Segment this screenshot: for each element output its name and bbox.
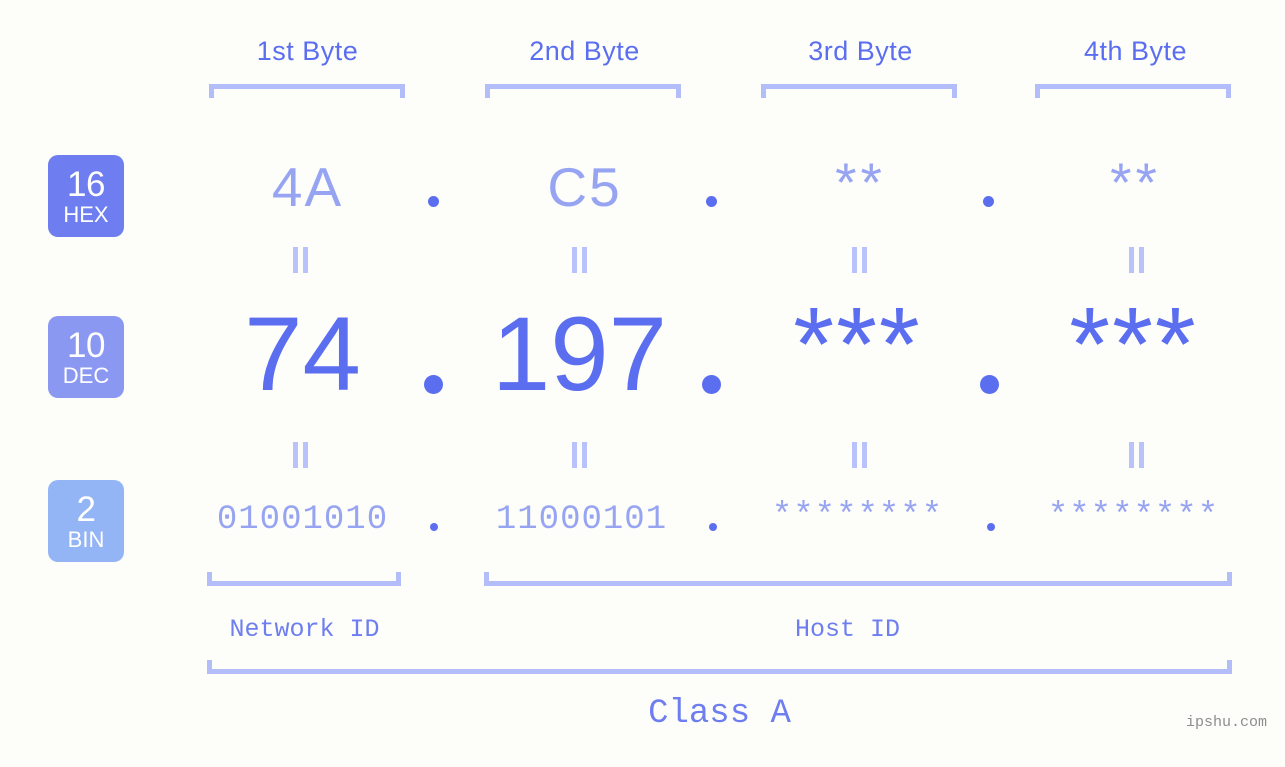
- host-id-bracket: [484, 572, 1232, 586]
- ip-byte-breakdown-diagram: 1st Byte 2nd Byte 3rd Byte 4th Byte 16 H…: [0, 0, 1285, 767]
- base-badge-bin-number: 2: [76, 489, 96, 529]
- dec-separator-dot-1: [424, 375, 443, 394]
- dec-byte-3-value: ***: [793, 286, 922, 403]
- hex-byte-1-value: 4A: [271, 156, 344, 218]
- bin-separator-dot-1: [430, 523, 438, 531]
- hex-separator-dot-3: [983, 196, 994, 207]
- bin-separator-dot-2: [709, 523, 717, 531]
- byte-header-3: 3rd Byte: [808, 36, 913, 66]
- equals-icon-hex-dec-4: [1128, 247, 1145, 273]
- bin-separator-dot-3: [987, 523, 995, 531]
- base-badge-dec-label: DEC: [62, 362, 110, 388]
- hex-byte-3-value: **: [835, 151, 886, 213]
- dec-byte-1-value: 74: [244, 296, 361, 413]
- network-id-bracket: [207, 572, 401, 586]
- base-badge-dec-number: 10: [67, 325, 105, 365]
- equals-icon-dec-bin-1: [292, 442, 309, 468]
- bin-byte-4-value: ********: [1047, 498, 1220, 536]
- base-badge-bin: 2 BIN: [48, 480, 124, 562]
- hex-byte-2-value: C5: [547, 156, 622, 218]
- byte-bracket-top-1: [209, 84, 405, 98]
- bin-byte-1-value: 01001010: [216, 501, 389, 539]
- bin-byte-3-value: ********: [771, 498, 944, 536]
- hex-separator-dot-1: [428, 196, 439, 207]
- base-badge-hex-label: HEX: [63, 201, 109, 227]
- base-badge-bin-label: BIN: [67, 526, 105, 552]
- hex-byte-4-value: **: [1110, 151, 1161, 213]
- hex-separator-dot-2: [706, 196, 717, 207]
- base-badge-dec: 10 DEC: [48, 316, 124, 398]
- base-badge-hex: 16 HEX: [48, 155, 124, 237]
- equals-icon-dec-bin-4: [1128, 442, 1145, 468]
- byte-header-2: 2nd Byte: [529, 36, 640, 66]
- bin-byte-2-value: 11000101: [495, 501, 668, 539]
- equals-icon-hex-dec-1: [292, 247, 309, 273]
- dec-separator-dot-2: [702, 375, 721, 394]
- equals-icon-dec-bin-2: [571, 442, 588, 468]
- class-bracket: [207, 660, 1232, 674]
- byte-header-4: 4th Byte: [1083, 36, 1188, 66]
- equals-icon-hex-dec-2: [571, 247, 588, 273]
- byte-bracket-top-3: [761, 84, 957, 98]
- dec-byte-4-value: ***: [1069, 286, 1198, 403]
- network-id-label: Network ID: [229, 615, 380, 644]
- class-label: Class A: [648, 695, 791, 733]
- host-id-label: Host ID: [794, 615, 901, 644]
- equals-icon-dec-bin-3: [851, 442, 868, 468]
- dec-separator-dot-3: [980, 375, 999, 394]
- dec-byte-2-value: 197: [491, 296, 668, 413]
- byte-header-1: 1st Byte: [256, 36, 359, 66]
- site-watermark: ipshu.com: [1186, 714, 1268, 731]
- byte-bracket-top-4: [1035, 84, 1231, 98]
- equals-icon-hex-dec-3: [851, 247, 868, 273]
- byte-bracket-top-2: [485, 84, 681, 98]
- base-badge-hex-number: 16: [67, 164, 105, 204]
